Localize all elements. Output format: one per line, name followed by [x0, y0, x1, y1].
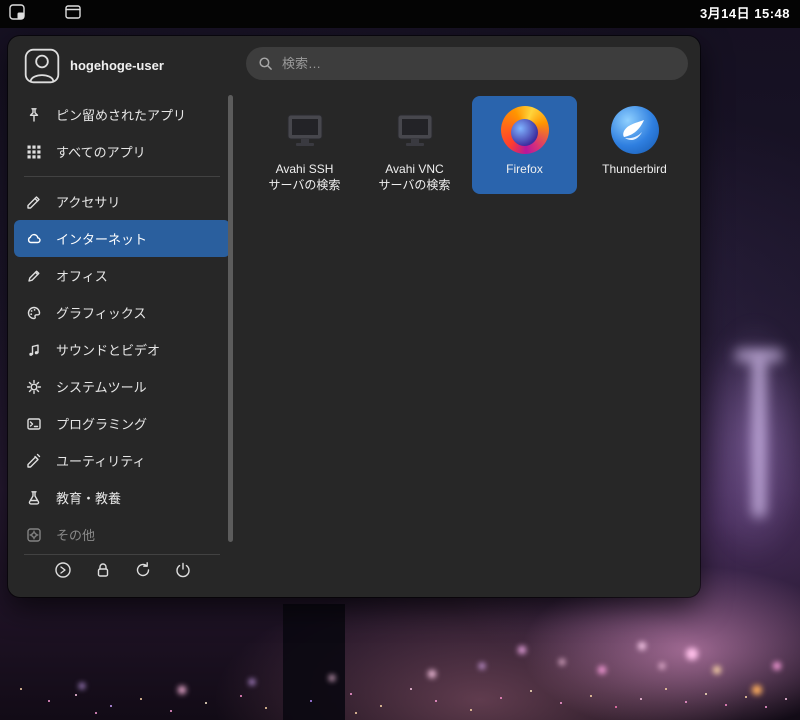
sidebar-category-label: 教育・教養 [56, 491, 122, 506]
pin-icon [26, 106, 43, 123]
window-list-button[interactable] [62, 3, 84, 25]
sidebar-category-other[interactable]: その他 [14, 516, 230, 553]
sidebar-item-pinned-apps[interactable]: ピン留めされたアプリ [14, 96, 230, 133]
sidebar-category-graphics[interactable]: グラフィックス [14, 294, 230, 331]
sidebar-item-label: ピン留めされたアプリ [56, 108, 187, 123]
monitor-icon [281, 106, 329, 154]
app-grid: Avahi SSH サーバの検索 Avahi VNC サーバの検索 Firefo… [252, 96, 692, 194]
app-label-line1: Firefox [506, 162, 543, 176]
sidebar-category-office[interactable]: オフィス [14, 257, 230, 294]
education-flask-icon [26, 489, 43, 506]
sidebar-category-label: その他 [56, 528, 96, 543]
run-button[interactable] [49, 558, 77, 586]
restart-button[interactable] [129, 558, 157, 586]
lock-button[interactable] [89, 558, 117, 586]
sidebar-divider [24, 176, 220, 177]
app-menu-button[interactable] [6, 3, 28, 25]
sidebar-category-programming[interactable]: プログラミング [14, 405, 230, 442]
app-tile-avahi-ssh[interactable]: Avahi SSH サーバの検索 [252, 96, 357, 194]
menu-sidebar: ピン留めされたアプリ すべてのアプリ アクセサリ インターネット オフィス グラ… [14, 96, 230, 553]
app-tile-avahi-vnc[interactable]: Avahi VNC サーバの検索 [362, 96, 467, 194]
sidebar-category-label: プログラミング [56, 417, 148, 432]
app-menu-icon [7, 2, 27, 27]
programming-terminal-icon [26, 415, 43, 432]
sidebar-category-label: オフィス [56, 269, 108, 284]
sidebar-category-accessories[interactable]: アクセサリ [14, 183, 230, 220]
sidebar-footer-divider [24, 554, 220, 555]
wallpaper-building-silhouette [283, 604, 345, 720]
sidebar-category-label: サウンドとビデオ [56, 343, 161, 358]
session-buttons [14, 558, 230, 586]
app-label-line1: Avahi VNC [385, 162, 444, 176]
restart-icon [134, 561, 152, 584]
app-label-line1: Avahi SSH [275, 162, 334, 176]
sidebar-category-label: ユーティリティ [56, 454, 146, 469]
lock-icon [94, 561, 112, 584]
sidebar-category-label: グラフィックス [56, 306, 147, 321]
search-field [246, 47, 688, 80]
application-menu: hogehoge-user ピン留めされたアプリ [8, 36, 700, 597]
office-pencil-icon [26, 267, 43, 284]
menu-scrollbar[interactable] [228, 95, 233, 542]
sidebar-item-label: すべてのアプリ [56, 145, 146, 160]
sound-video-icon [26, 341, 43, 358]
firefox-icon [500, 106, 549, 154]
window-icon [63, 2, 83, 27]
app-label-line2: サーバの検索 [268, 178, 341, 192]
sidebar-category-label: システムツール [56, 380, 147, 395]
sidebar-category-sound-video[interactable]: サウンドとビデオ [14, 331, 230, 368]
sidebar-category-internet[interactable]: インターネット [14, 220, 230, 257]
other-gear-icon [26, 526, 43, 543]
top-panel: 3月14日 15:48 [0, 0, 800, 28]
search-input[interactable] [246, 47, 688, 80]
panel-clock: 3月14日 15:48 [699, 6, 790, 21]
sidebar-item-all-apps[interactable]: すべてのアプリ [14, 133, 230, 170]
system-tools-gear-icon [26, 378, 43, 395]
app-tile-thunderbird[interactable]: Thunderbird [582, 96, 687, 194]
power-button[interactable] [169, 558, 197, 586]
sidebar-category-label: アクセサリ [56, 195, 121, 210]
run-icon [54, 561, 72, 584]
username-label: hogehoge-user [70, 58, 164, 73]
sidebar-category-utilities[interactable]: ユーティリティ [14, 442, 230, 479]
thunderbird-icon [610, 106, 659, 154]
apps-grid-icon [26, 143, 43, 160]
user-avatar-button[interactable] [24, 48, 60, 84]
app-label-line2: サーバの検索 [378, 178, 451, 192]
graphics-palette-icon [26, 304, 43, 321]
power-icon [174, 561, 192, 584]
user-avatar-icon [24, 48, 60, 88]
monitor-icon [391, 106, 439, 154]
utilities-icon [26, 452, 43, 469]
sidebar-category-education[interactable]: 教育・教養 [14, 479, 230, 516]
app-tile-firefox[interactable]: Firefox [472, 96, 577, 194]
sidebar-category-system-tools[interactable]: システムツール [14, 368, 230, 405]
wallpaper-letter-glow [752, 356, 766, 518]
wallpaper-letter-glow-bar [735, 349, 783, 362]
sidebar-category-label: インターネット [56, 232, 148, 247]
internet-cloud-icon [26, 230, 43, 247]
app-label-line1: Thunderbird [602, 162, 667, 176]
accessories-icon [26, 193, 43, 210]
